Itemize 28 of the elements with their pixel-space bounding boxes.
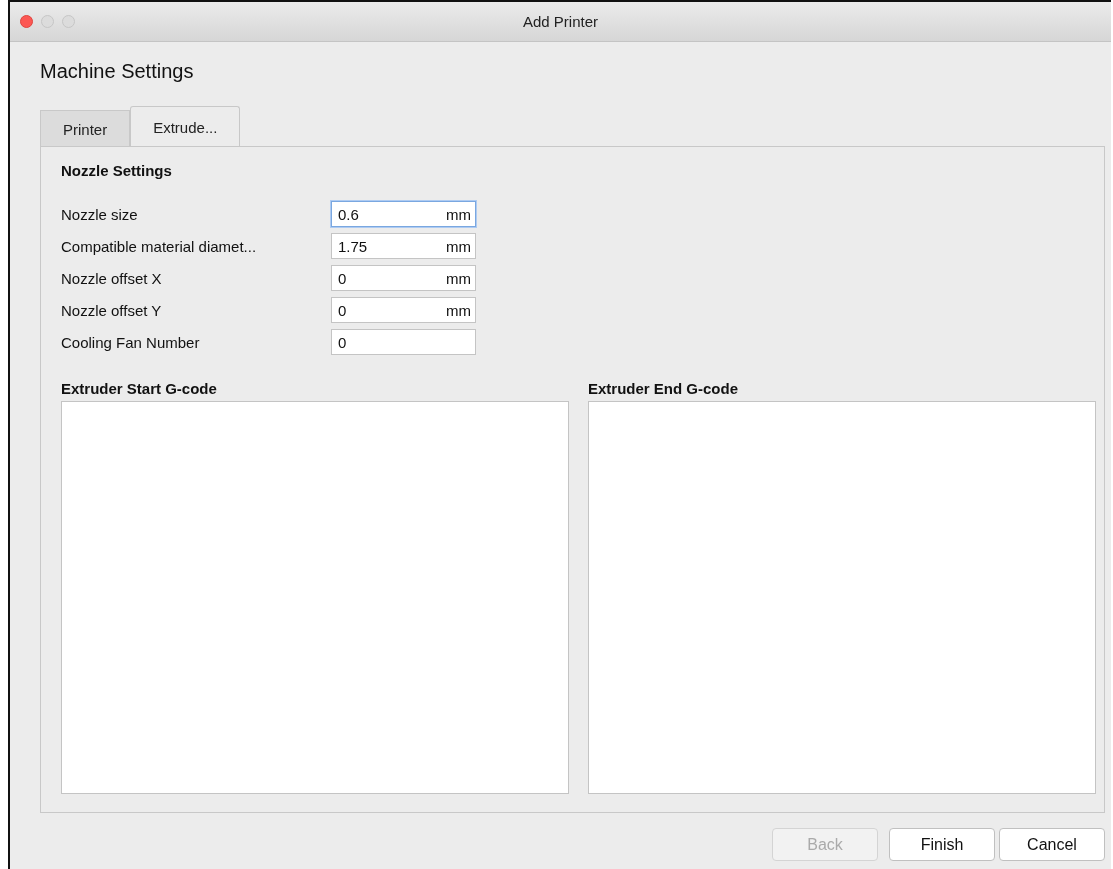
- field-label: Compatible material diamet...: [61, 237, 258, 255]
- unit-label: mm: [446, 237, 471, 255]
- section-title: Extruder End G-code: [588, 379, 739, 399]
- tab[interactable]: Extrude...: [130, 106, 241, 146]
- code-editor[interactable]: [61, 401, 569, 794]
- unit-label: mm: [446, 301, 471, 319]
- field-label: Nozzle offset Y: [61, 301, 163, 319]
- tab[interactable]: Printer: [40, 110, 131, 146]
- field-label: Cooling Fan Number: [61, 333, 201, 351]
- dialog-button[interactable]: Cancel: [999, 828, 1105, 861]
- window-title: Add Printer: [522, 13, 598, 30]
- input-field[interactable]: 0.6 mm: [331, 201, 476, 227]
- page-heading: Machine Settings: [40, 59, 194, 84]
- input-field[interactable]: 0 mm: [331, 265, 476, 291]
- section-title: Extruder Start G-code: [61, 379, 217, 399]
- close-button[interactable]: [20, 15, 33, 28]
- zoom-button[interactable]: [62, 15, 75, 28]
- input-field[interactable]: 0 mm: [331, 297, 476, 323]
- field-label: Nozzle offset X: [61, 269, 163, 287]
- field-label: Nozzle size: [61, 205, 139, 223]
- unit-label: mm: [446, 269, 471, 287]
- dialog-button[interactable]: Finish: [889, 828, 995, 861]
- code-editor[interactable]: [588, 401, 1096, 794]
- unit-label: mm: [446, 205, 471, 223]
- input-field[interactable]: 0: [331, 329, 476, 355]
- section-title: Nozzle Settings: [61, 161, 172, 181]
- input-field[interactable]: 1.75 mm: [331, 233, 476, 259]
- minimize-button[interactable]: [41, 15, 54, 28]
